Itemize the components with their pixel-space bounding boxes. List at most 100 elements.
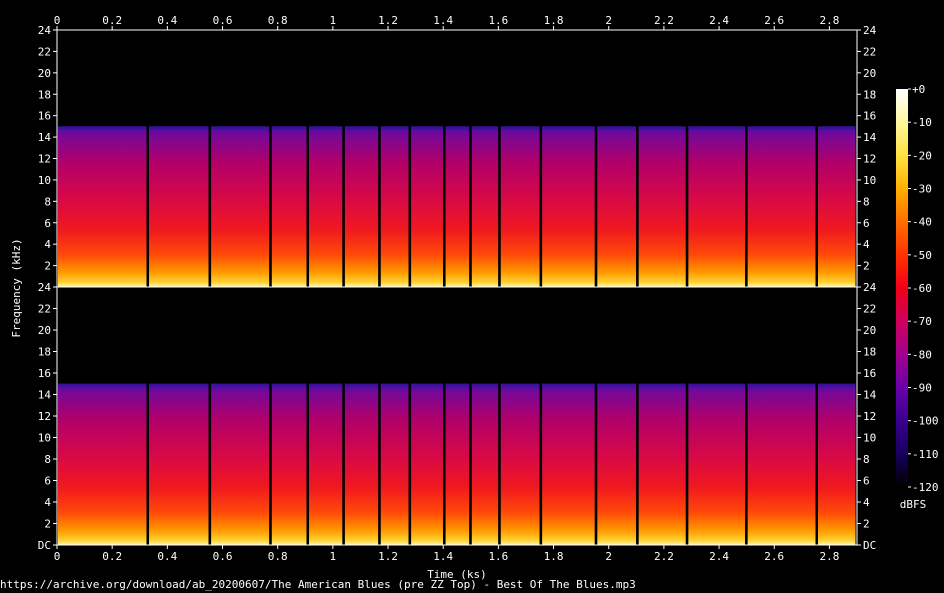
- x-tick-label: 0.4: [157, 550, 177, 563]
- y-tick-label: 16: [38, 110, 51, 123]
- x-tick-label: 0.8: [268, 550, 288, 563]
- colorbar-tick-label: -80: [912, 348, 932, 361]
- track-10-cutoff-edge: [471, 383, 499, 387]
- y-tick-label-right: 10: [863, 174, 876, 187]
- track-8-cutoff-edge: [411, 383, 444, 387]
- x-tick-label-top: 2.2: [654, 14, 674, 27]
- track-14-spectrum: [638, 383, 686, 545]
- track-2-cutoff-edge: [149, 383, 209, 387]
- y-tick-label: 14: [38, 131, 52, 144]
- x-tick-label-top: 1.8: [544, 14, 564, 27]
- x-tick-label-top: 1.4: [433, 14, 453, 27]
- track-4-spectrum: [271, 383, 307, 545]
- track-16-cutoff-edge: [747, 126, 816, 130]
- track-16-cutoff-edge: [747, 383, 816, 387]
- track-8-spectrum: [411, 383, 444, 545]
- track-11-spectrum: [500, 126, 540, 287]
- y-tick-label: 14: [38, 389, 52, 402]
- colorbar-tick-label: +0: [912, 83, 925, 96]
- y-tick-label-right: 6: [863, 475, 870, 488]
- track-6-cutoff-edge: [344, 383, 379, 387]
- y-tick-label: 10: [38, 174, 51, 187]
- y-tick-label: 22: [38, 45, 51, 58]
- colorbar-tick-label: -120: [912, 481, 939, 494]
- y-tick-label-right: 14: [863, 389, 877, 402]
- track-1-spectrum: [58, 126, 147, 287]
- y-tick-label: 20: [38, 67, 51, 80]
- track-11-cutoff-edge: [500, 126, 540, 130]
- track-6-cutoff-edge: [344, 126, 379, 130]
- y-axis-left: 24681012141618202224DC246810121416182022…: [38, 24, 57, 552]
- y-tick-label-right: 2: [863, 518, 870, 531]
- x-tick-label-top: 0.6: [213, 14, 233, 27]
- y-tick-label: 4: [44, 496, 51, 509]
- track-4-cutoff-edge: [271, 126, 307, 130]
- y-tick-label-right: 4: [863, 496, 870, 509]
- track-6-spectrum: [344, 383, 379, 545]
- track-3-cutoff-edge: [211, 126, 270, 130]
- x-tick-label: 0.2: [102, 550, 122, 563]
- track-5-cutoff-edge: [309, 126, 343, 130]
- y-tick-label-right: 2: [863, 260, 870, 273]
- track-8-cutoff-edge: [411, 126, 444, 130]
- track-gap: [306, 383, 310, 545]
- track-gap: [745, 126, 748, 287]
- x-tick-label-top: 0.4: [157, 14, 177, 27]
- x-tick-label: 1.2: [378, 550, 398, 563]
- y-axis-title: Frequency (kHz): [10, 238, 23, 337]
- track-gap: [208, 383, 212, 545]
- colorbar-tick-label: -100: [912, 415, 939, 428]
- track-4-cutoff-edge: [271, 383, 307, 387]
- colorbar-label: dBFS: [900, 498, 927, 511]
- colorbar-tick-label: -30: [912, 183, 932, 196]
- colorbar-tick-label: -20: [912, 149, 932, 162]
- y-tick-label-right: 20: [863, 67, 876, 80]
- x-tick-label-top: 0.8: [268, 14, 288, 27]
- y-tick-label-right: 10: [863, 432, 876, 445]
- track-8-spectrum: [411, 126, 444, 287]
- y-tick-label: 2: [44, 260, 51, 273]
- track-gap: [539, 383, 543, 545]
- y-tick-label-right: 16: [863, 367, 876, 380]
- x-tick-label-top: 2: [605, 14, 612, 27]
- y-tick-label-right: 22: [863, 45, 876, 58]
- track-16-spectrum: [747, 383, 816, 545]
- track-13-cutoff-edge: [597, 126, 637, 130]
- y-tick-label: 24: [38, 281, 52, 294]
- x-tick-label: 1.6: [488, 550, 508, 563]
- track-2-spectrum: [149, 126, 209, 287]
- track-7-spectrum: [380, 126, 409, 287]
- track-9-cutoff-edge: [445, 126, 470, 130]
- x-tick-label: 2: [605, 550, 612, 563]
- track-gap: [745, 383, 748, 545]
- track-9-cutoff-edge: [445, 383, 470, 387]
- x-tick-label: 1: [330, 550, 337, 563]
- track-5-spectrum: [309, 383, 343, 545]
- x-tick-label: 2.2: [654, 550, 674, 563]
- track-14-cutoff-edge: [638, 126, 686, 130]
- y-tick-label: 10: [38, 432, 51, 445]
- x-tick-label: 0.6: [213, 550, 233, 563]
- track-gap: [815, 126, 818, 287]
- y-tick-label-right: 6: [863, 217, 870, 230]
- track-gap: [269, 126, 272, 287]
- track-11-spectrum: [500, 383, 540, 545]
- y-tick-label: 24: [38, 24, 52, 37]
- x-tick-label: 2.8: [819, 550, 839, 563]
- track-6-spectrum: [344, 126, 379, 287]
- track-gap: [469, 383, 472, 545]
- track-13-cutoff-edge: [597, 383, 637, 387]
- track-11-cutoff-edge: [500, 383, 540, 387]
- y-tick-label-right: 8: [863, 453, 870, 466]
- track-gap: [636, 383, 639, 545]
- track-2-spectrum: [149, 383, 209, 545]
- track-gap: [815, 383, 818, 545]
- x-tick-label-top: 0.2: [102, 14, 122, 27]
- x-tick-label-top: 1: [330, 14, 337, 27]
- x-axis-top: 0 0.2 0.4 0.6 0.8 1 1.2 1.4 1.6 1.8 2 2.2 2.4 2.6 2.8: [54, 14, 839, 30]
- colorbar-gradient: [896, 89, 908, 487]
- track-gap: [342, 383, 345, 545]
- y-tick-label-right: 14: [863, 131, 877, 144]
- track-7-cutoff-edge: [380, 126, 409, 130]
- track-17-cutoff-edge: [818, 383, 856, 387]
